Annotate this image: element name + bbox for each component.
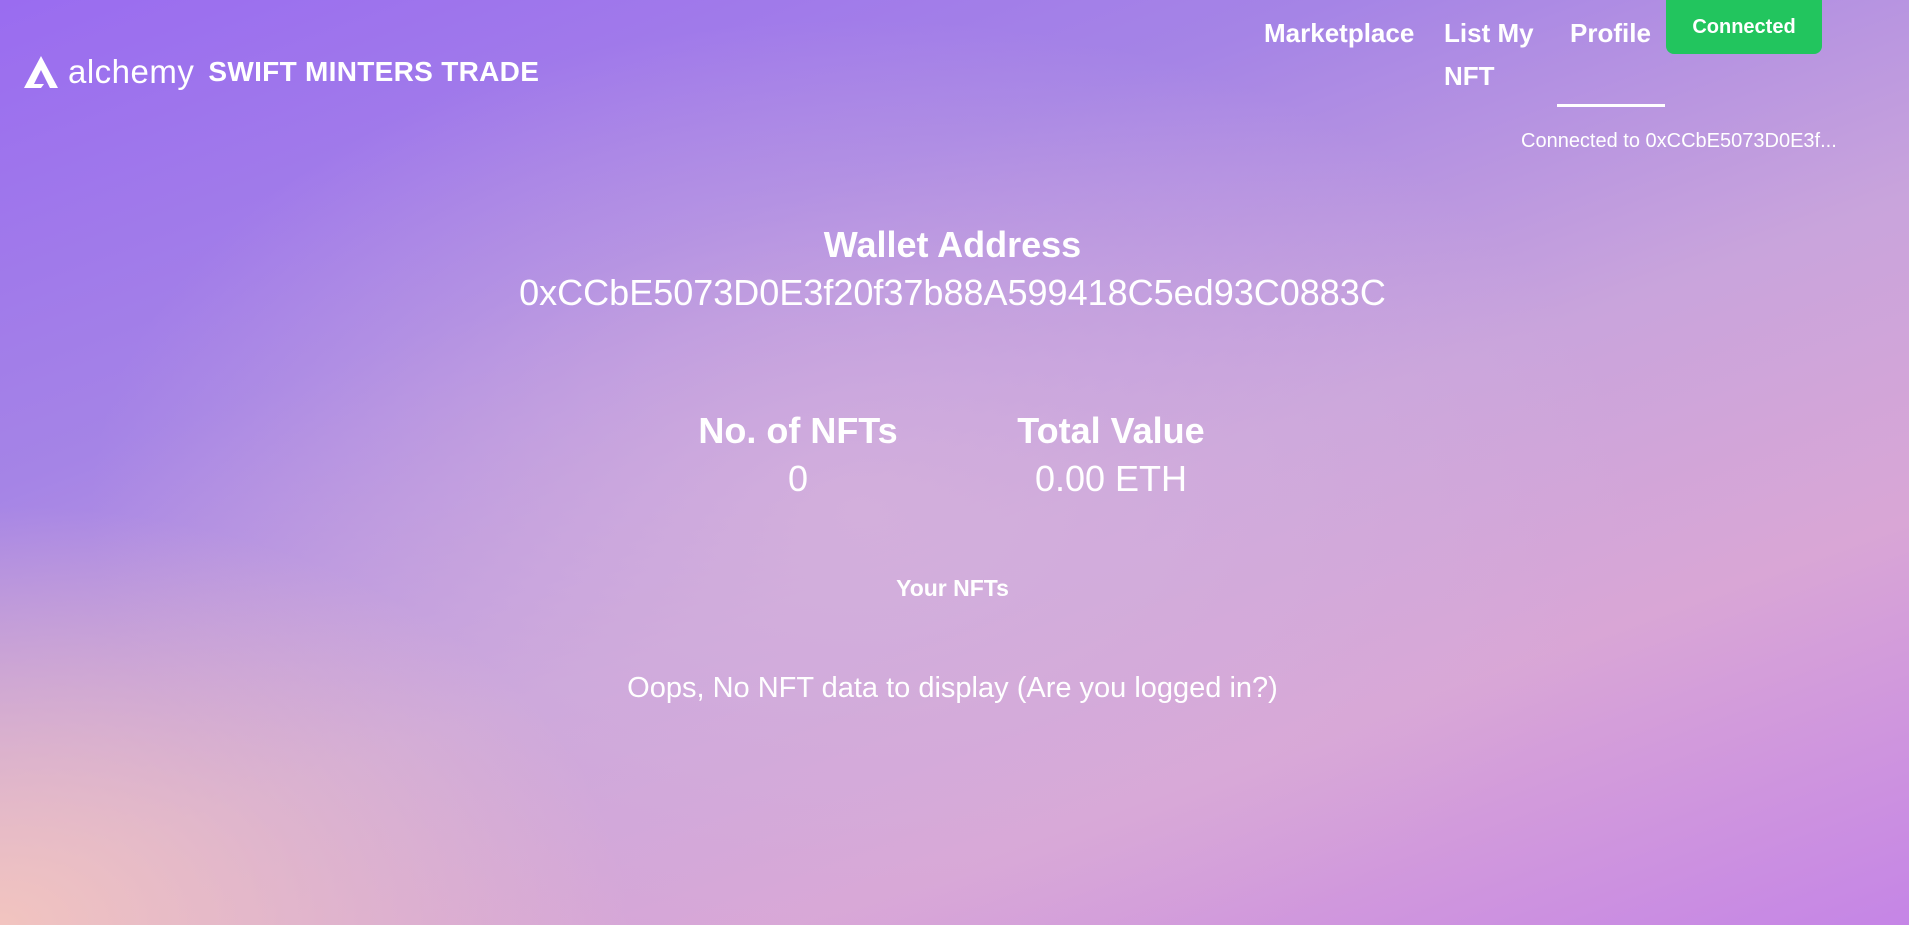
nav-list-my-nft[interactable]: List My NFT: [1444, 12, 1554, 98]
total-value-label: Total Value: [1017, 410, 1205, 451]
nav-profile[interactable]: Profile: [1570, 12, 1651, 55]
nav-marketplace[interactable]: Marketplace: [1264, 12, 1414, 55]
brand[interactable]: alchemy SWIFT MINTERS TRADE: [22, 52, 539, 92]
nft-count-stat: No. of NFTs 0: [678, 408, 918, 502]
site-title: SWIFT MINTERS TRADE: [208, 56, 540, 87]
wallet-address-heading: Wallet Address: [823, 224, 1082, 265]
empty-nft-message: Oops, No NFT data to display (Are you lo…: [627, 672, 1278, 704]
site-header: alchemy SWIFT MINTERS TRADE Marketplace …: [0, 0, 1909, 160]
active-nav-indicator: [1557, 104, 1665, 107]
wallet-address-value: 0xCCbE5073D0E3f20f37b88A599418C5ed93C088…: [519, 272, 1386, 313]
total-value-amount: 0.00 ETH: [1034, 458, 1188, 499]
nft-count-value: 0: [787, 458, 809, 499]
your-nfts-heading: Your NFTs: [896, 575, 1009, 601]
total-value-stat: Total Value 0.00 ETH: [991, 408, 1231, 502]
connected-address-status: Connected to 0xCCbE5073D0E3f...: [1521, 130, 1837, 152]
logo-wordmark: alchemy: [68, 53, 195, 90]
connect-wallet-button[interactable]: Connected: [1666, 0, 1822, 54]
alchemy-logo-icon: [24, 56, 58, 88]
nft-count-label: No. of NFTs: [698, 410, 898, 451]
